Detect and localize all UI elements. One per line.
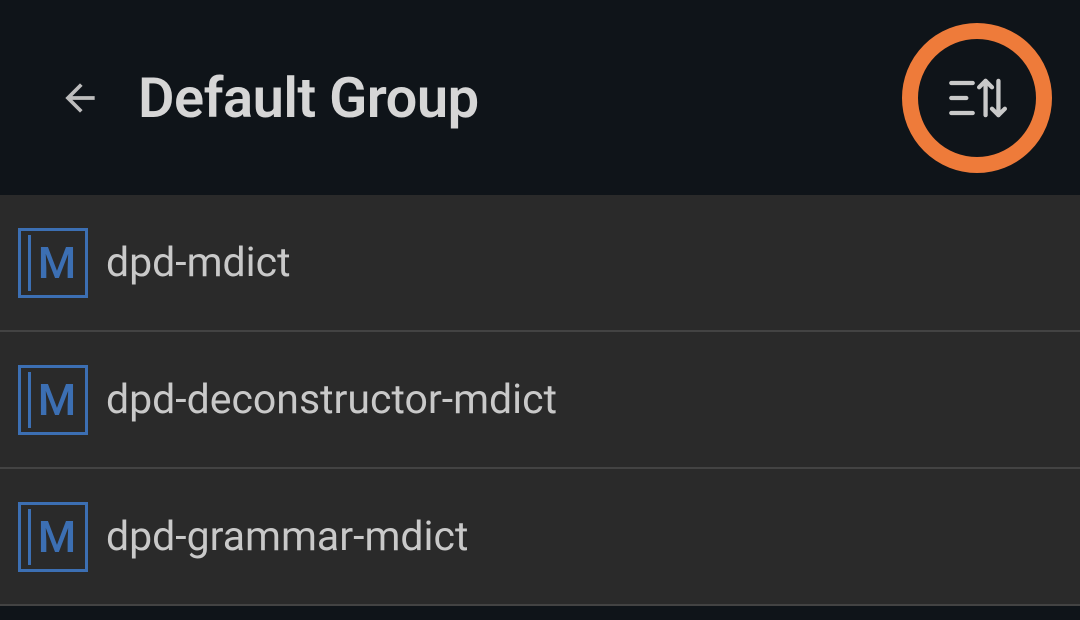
app-header: Default Group [0,0,1080,195]
list-item[interactable]: M dpd-grammar-mdict [0,469,1080,606]
page-title: Default Group [138,65,479,131]
sort-icon [947,71,1007,125]
list-item[interactable]: M dpd-mdict [0,195,1080,332]
arrow-left-icon [58,76,102,120]
mdict-icon: M [18,365,88,435]
mdict-icon: M [18,228,88,298]
dictionary-list: M dpd-mdict M dpd-deconstructor-mdict M … [0,195,1080,606]
item-label: dpd-mdict [106,239,291,287]
back-button[interactable] [58,76,102,120]
item-label: dpd-deconstructor-mdict [106,376,557,424]
mdict-icon: M [18,502,88,572]
list-item[interactable]: M dpd-deconstructor-mdict [0,332,1080,469]
item-label: dpd-grammar-mdict [106,513,468,561]
sort-highlight-ring [902,23,1052,173]
sort-button[interactable] [947,71,1007,125]
